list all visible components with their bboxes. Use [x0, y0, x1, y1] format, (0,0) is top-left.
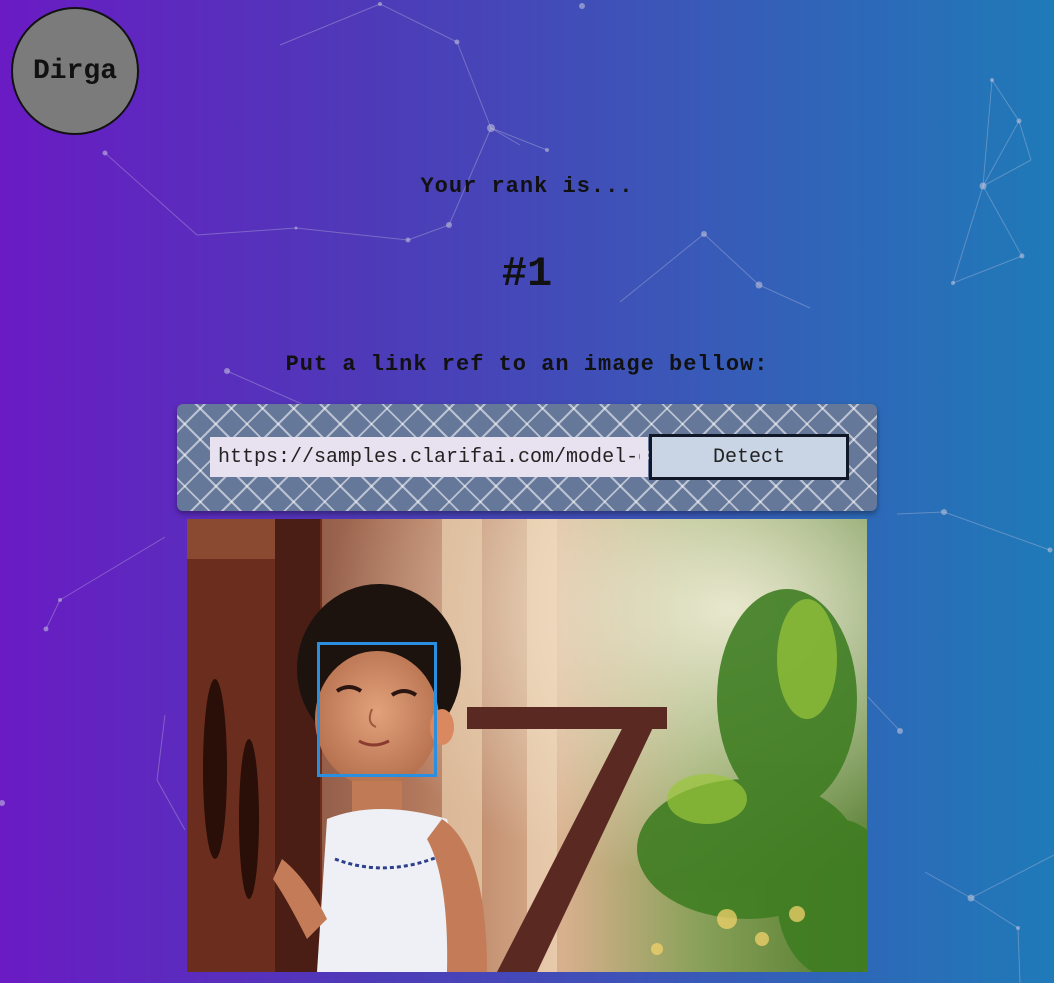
image-url-input[interactable]: [210, 437, 648, 477]
logo[interactable]: Dirga: [11, 7, 139, 135]
image-link-form: Detect: [177, 404, 877, 511]
rank-label: Your rank is...: [420, 174, 634, 199]
face-bounding-box: [317, 642, 437, 777]
rank-value: #1: [501, 250, 553, 298]
photo-icon: [187, 519, 867, 972]
detection-image-container: [187, 519, 867, 972]
image-link-instructions: Put a link ref to an image bellow:: [285, 352, 769, 377]
detect-button[interactable]: Detect: [649, 434, 849, 480]
